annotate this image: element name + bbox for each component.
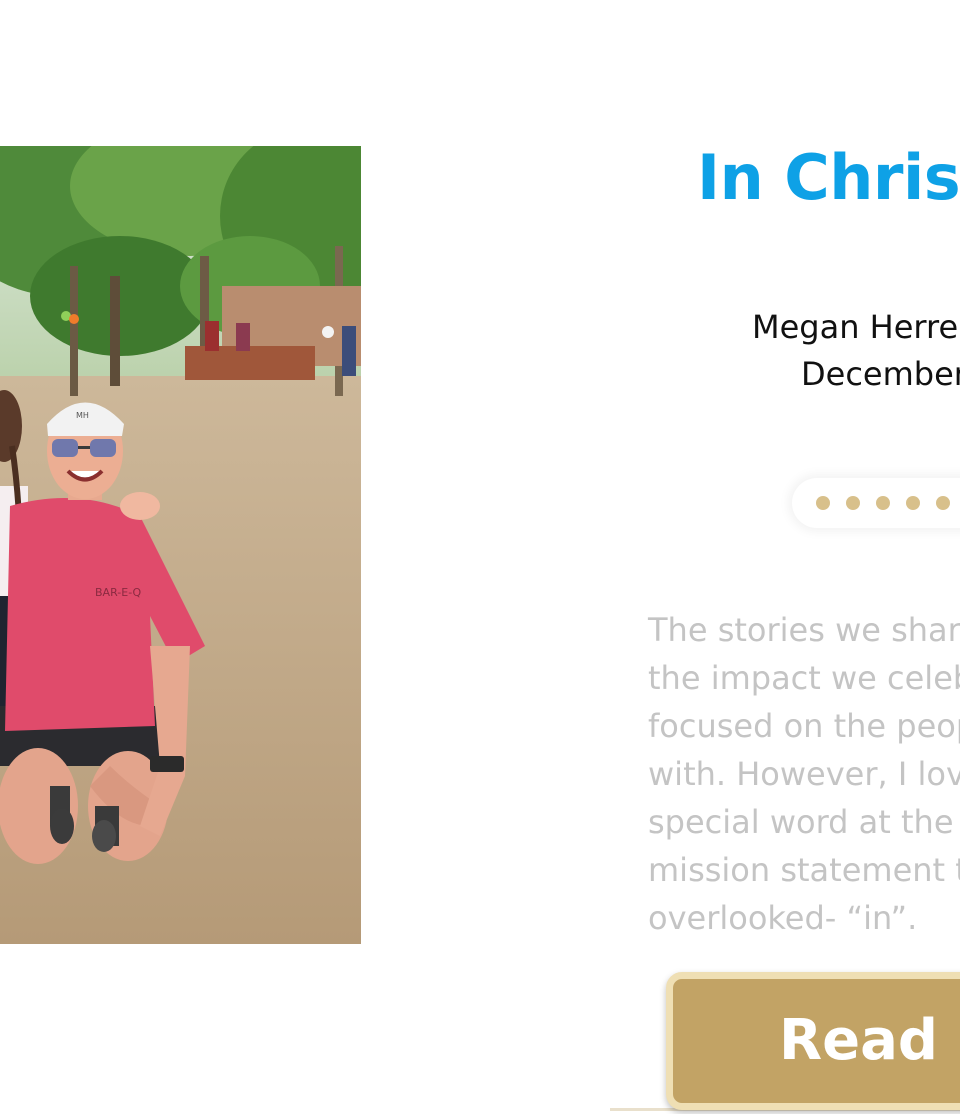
excerpt-line: The stories we share — [648, 611, 960, 649]
svg-text:BAR-E-Q: BAR-E-Q — [95, 586, 142, 599]
excerpt-line: focused on the peop — [648, 707, 960, 745]
blog-post-section: BAR-E-Q MH In Christ Megan Herre Decembe… — [0, 0, 960, 1114]
post-photo: BAR-E-Q MH — [0, 146, 361, 944]
dot-icon — [936, 496, 950, 510]
divider-dots — [792, 478, 960, 528]
excerpt-line: special word at the s — [648, 803, 960, 841]
dot-icon — [816, 496, 830, 510]
dot-icon — [906, 496, 920, 510]
post-author: Megan Herre — [752, 308, 959, 346]
dot-icon — [876, 496, 890, 510]
excerpt-line: mission statement t — [648, 851, 960, 889]
excerpt-line: with. However, I love — [648, 755, 960, 793]
post-title[interactable]: In Christ — [697, 138, 960, 218]
read-more-button[interactable]: Read M — [666, 972, 960, 1110]
excerpt-line: the impact we celeb — [648, 659, 960, 697]
photo-image: BAR-E-Q MH — [0, 146, 361, 944]
post-date: December — [801, 355, 960, 393]
dot-icon — [846, 496, 860, 510]
excerpt-line: overlooked- “in”. — [648, 899, 918, 937]
post-excerpt: The stories we share the impact we celeb… — [648, 606, 960, 942]
svg-text:MH: MH — [76, 411, 89, 420]
